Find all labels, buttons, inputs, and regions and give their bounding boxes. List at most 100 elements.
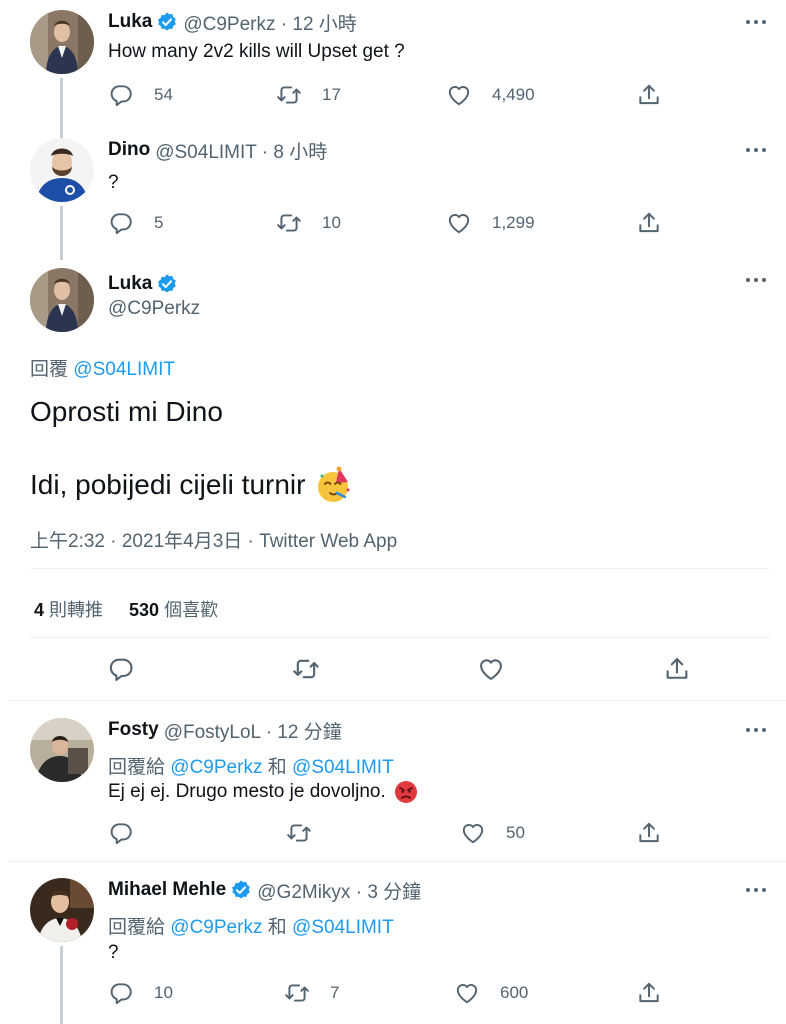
display-name[interactable]: Fosty: [108, 719, 159, 741]
like-count: 1,299: [492, 213, 535, 232]
mention-link[interactable]: @C9Perkz: [170, 917, 262, 938]
thread-line: [60, 78, 63, 140]
like-button[interactable]: 50: [460, 818, 525, 848]
likes-count: 530: [129, 600, 160, 620]
main-text-line1: Oprosti mi Dino: [30, 396, 223, 427]
reply-fosty[interactable]: Fosty @FostyLoL · 12 分鐘 回覆給 @C9Perkz 和 @…: [8, 718, 786, 860]
angry-face-emoji-icon: [394, 780, 418, 804]
divider: [30, 568, 770, 569]
reply-context: 回覆給 @C9Perkz 和 @S04LIMIT: [108, 752, 394, 779]
share-icon: [636, 980, 662, 1006]
reply-button[interactable]: [108, 818, 154, 848]
more-icon[interactable]: [742, 882, 770, 898]
share-button[interactable]: [636, 80, 662, 110]
tweet-dino[interactable]: Dino @S04LIMIT · 8 小時 ? 5 10 1,299: [8, 138, 786, 260]
main-tweet: Luka @C9Perkz 回覆 @S04LIMIT Oprosti mi Di…: [8, 268, 786, 700]
likes-stat[interactable]: 530 個喜歡: [129, 596, 218, 622]
display-name[interactable]: Mihael Mehle: [108, 879, 226, 901]
display-name[interactable]: Luka: [108, 273, 152, 295]
handle-time[interactable]: @S04LIMIT · 8 小時: [155, 137, 327, 164]
reply-mikyx[interactable]: Mihael Mehle @G2Mikyx · 3 分鐘 回覆給 @C9Perk…: [8, 878, 786, 1024]
like-icon: [446, 82, 472, 108]
mention-link[interactable]: @S04LIMIT: [292, 757, 394, 778]
verified-icon: [156, 273, 178, 295]
reply-context: 回覆給 @C9Perkz 和 @S04LIMIT: [108, 912, 394, 939]
more-icon[interactable]: [742, 722, 770, 738]
avatar[interactable]: [30, 138, 94, 202]
handle-time[interactable]: @C9Perkz · 12 小時: [183, 9, 356, 36]
reply-button[interactable]: 10: [108, 978, 173, 1008]
share-button[interactable]: [663, 654, 691, 684]
divider: [30, 637, 770, 638]
tweet-text-row: Ej ej ej. Drugo mesto je dovoljno.: [108, 780, 418, 804]
avatar[interactable]: [30, 878, 94, 942]
share-button[interactable]: [636, 208, 662, 238]
more-icon[interactable]: [742, 142, 770, 158]
retweets-count: 4: [34, 600, 45, 620]
retweet-icon: [276, 82, 302, 108]
thread-line: [60, 206, 63, 260]
display-name[interactable]: Dino: [108, 139, 150, 161]
avatar[interactable]: [30, 10, 94, 74]
reply-button[interactable]: 54: [108, 80, 173, 110]
reply-icon: [108, 82, 134, 108]
share-button[interactable]: [636, 818, 662, 848]
retweet-count: 7: [330, 983, 340, 1002]
like-count: 4,490: [492, 85, 535, 104]
share-button[interactable]: [636, 978, 662, 1008]
timeline: Luka @C9Perkz · 12 小時 How many 2v2 kills…: [8, 0, 786, 1024]
like-count: 50: [506, 823, 525, 842]
like-icon: [460, 820, 486, 846]
like-icon: [446, 210, 472, 236]
like-button[interactable]: [477, 654, 505, 684]
more-icon[interactable]: [742, 272, 770, 288]
display-name[interactable]: Luka: [108, 11, 152, 33]
party-face-emoji-icon: [315, 466, 353, 504]
like-button[interactable]: 4,490: [446, 80, 535, 110]
tweet-actions: 10 7 600: [108, 978, 688, 1008]
tweet-text: ?: [108, 942, 119, 963]
tweet-header: Fosty @FostyLoL · 12 分鐘: [108, 717, 786, 744]
retweet-button[interactable]: 7: [284, 978, 339, 1008]
handle-time[interactable]: @G2Mikyx · 3 分鐘: [257, 877, 421, 904]
retweet-count: 10: [322, 213, 341, 232]
share-icon: [636, 820, 662, 846]
reply-button[interactable]: [107, 654, 135, 684]
main-actions: [8, 654, 786, 686]
like-button[interactable]: 600: [454, 978, 528, 1008]
like-count: 600: [500, 983, 529, 1002]
main-text-line2-text: Idi, pobijedi cijeli turnir: [30, 469, 306, 500]
retweet-icon: [276, 210, 302, 236]
tweet-header: Mihael Mehle @G2Mikyx · 3 分鐘: [108, 877, 786, 904]
reply-prefix: 回覆: [30, 359, 69, 380]
reply-conjunction: 和: [267, 917, 287, 938]
tweet-luka[interactable]: Luka @C9Perkz · 12 小時 How many 2v2 kills…: [8, 9, 786, 140]
verified-icon: [156, 11, 178, 33]
verified-icon: [230, 879, 252, 901]
mention-link[interactable]: @S04LIMIT: [73, 359, 175, 380]
retweet-button[interactable]: [292, 654, 320, 684]
retweets-stat[interactable]: 4 則轉推: [34, 596, 103, 622]
reply-prefix: 回覆給: [108, 917, 166, 938]
handle[interactable]: @C9Perkz: [108, 298, 200, 320]
tweet-header: Luka: [108, 272, 786, 296]
avatar[interactable]: [30, 718, 94, 782]
reply-button[interactable]: 5: [108, 208, 163, 238]
tweet-meta[interactable]: 上午2:32 · 2021年4月3日 · Twitter Web App: [30, 526, 397, 553]
reply-count: 10: [154, 983, 173, 1002]
retweets-label: 則轉推: [49, 600, 104, 620]
tweet-header: Luka @C9Perkz · 12 小時: [108, 9, 786, 36]
mention-link[interactable]: @S04LIMIT: [292, 917, 394, 938]
handle-time[interactable]: @FostyLoL · 12 分鐘: [164, 717, 342, 744]
like-button[interactable]: 1,299: [446, 208, 535, 238]
tweet-actions: 5 10 1,299: [108, 208, 688, 238]
mention-link[interactable]: @C9Perkz: [170, 757, 262, 778]
more-icon[interactable]: [742, 14, 770, 30]
avatar[interactable]: [30, 268, 94, 332]
main-text-line2: Idi, pobijedi cijeli turnir: [30, 466, 353, 504]
retweet-button[interactable]: [286, 818, 332, 848]
retweet-button[interactable]: 10: [276, 208, 341, 238]
tweet-actions: 54 17 4,490: [108, 80, 688, 110]
tweet-text: ?: [108, 172, 119, 193]
retweet-button[interactable]: 17: [276, 80, 341, 110]
